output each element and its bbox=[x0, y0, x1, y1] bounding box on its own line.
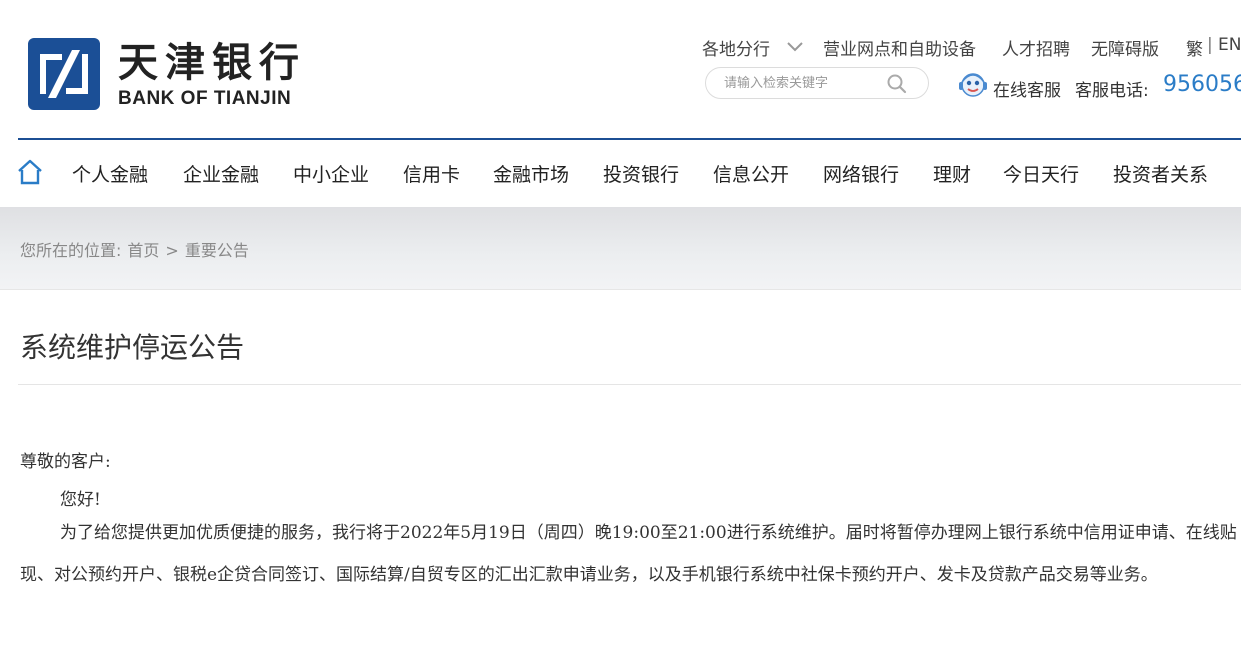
breadcrumb: 您所在的位置: 首页 > 重要公告 bbox=[20, 237, 255, 261]
page-title: 系统维护停运公告 bbox=[20, 331, 245, 364]
top-links: 各地分行 营业网点和自助设备 人才招聘 无障碍版 繁 | EN bbox=[0, 35, 1241, 60]
accessibility-link[interactable]: 无障碍版 bbox=[1091, 35, 1159, 60]
hotline-number: 956056 bbox=[1163, 72, 1241, 97]
nav-investor-relations[interactable]: 投资者关系 bbox=[1113, 160, 1208, 187]
body-paragraph: 为了给您提供更加优质便捷的服务，我行将于2022年5月19日（周四）晚19:00… bbox=[20, 523, 1237, 585]
nav-credit-card[interactable]: 信用卡 bbox=[403, 160, 460, 187]
search-icon[interactable] bbox=[886, 73, 908, 95]
branches-link[interactable]: 各地分行 bbox=[702, 35, 770, 60]
breadcrumb-bar: 您所在的位置: 首页 > 重要公告 bbox=[0, 207, 1241, 290]
jobs-link[interactable]: 人才招聘 bbox=[1002, 35, 1070, 60]
nav-wealth[interactable]: 理财 bbox=[933, 160, 971, 187]
nav-investment-banking[interactable]: 投资银行 bbox=[603, 160, 679, 187]
english-link[interactable]: EN bbox=[1218, 35, 1241, 55]
home-icon[interactable] bbox=[16, 158, 44, 186]
search-box bbox=[705, 67, 929, 99]
breadcrumb-home[interactable]: 首页 bbox=[127, 241, 159, 260]
nav-personal-finance[interactable]: 个人金融 bbox=[72, 160, 148, 187]
nav-disclosure[interactable]: 信息公开 bbox=[713, 160, 789, 187]
hotline-label: 客服电话: bbox=[1075, 81, 1149, 101]
main-nav: 个人金融 企业金融 中小企业 信用卡 金融市场 投资银行 信息公开 网络银行 理… bbox=[0, 140, 1241, 207]
title-divider bbox=[18, 384, 1241, 385]
breadcrumb-current[interactable]: 重要公告 bbox=[185, 241, 249, 260]
brand-name-en: BANK OF TIANJIN bbox=[118, 88, 292, 109]
outlets-link[interactable]: 营业网点和自助设备 bbox=[823, 35, 976, 60]
search-input[interactable] bbox=[724, 74, 884, 92]
nav-online-banking[interactable]: 网络银行 bbox=[823, 160, 899, 187]
nav-financial-markets[interactable]: 金融市场 bbox=[493, 160, 569, 187]
nav-corporate-finance[interactable]: 企业金融 bbox=[183, 160, 259, 187]
breadcrumb-separator: > bbox=[165, 241, 179, 260]
chevron-down-icon[interactable] bbox=[786, 38, 804, 54]
article-content: 尊敬的客户: 您好! 为了给您提供更加优质便捷的服务，我行将于2022年5月19… bbox=[20, 448, 1241, 596]
customer-service-icon[interactable] bbox=[957, 70, 989, 102]
salutation: 尊敬的客户: bbox=[20, 452, 111, 472]
nav-today[interactable]: 今日天行 bbox=[1003, 160, 1079, 187]
nav-sme[interactable]: 中小企业 bbox=[293, 160, 369, 187]
breadcrumb-prefix: 您所在的位置: bbox=[20, 241, 122, 260]
lang-separator: | bbox=[1207, 35, 1213, 55]
site-header: 天津银行 BANK OF TIANJIN 各地分行 营业网点和自助设备 人才招聘… bbox=[0, 0, 1241, 138]
greeting: 您好! bbox=[60, 490, 101, 510]
traditional-chinese-link[interactable]: 繁 bbox=[1186, 35, 1203, 60]
online-service-link[interactable]: 在线客服 bbox=[993, 76, 1061, 101]
